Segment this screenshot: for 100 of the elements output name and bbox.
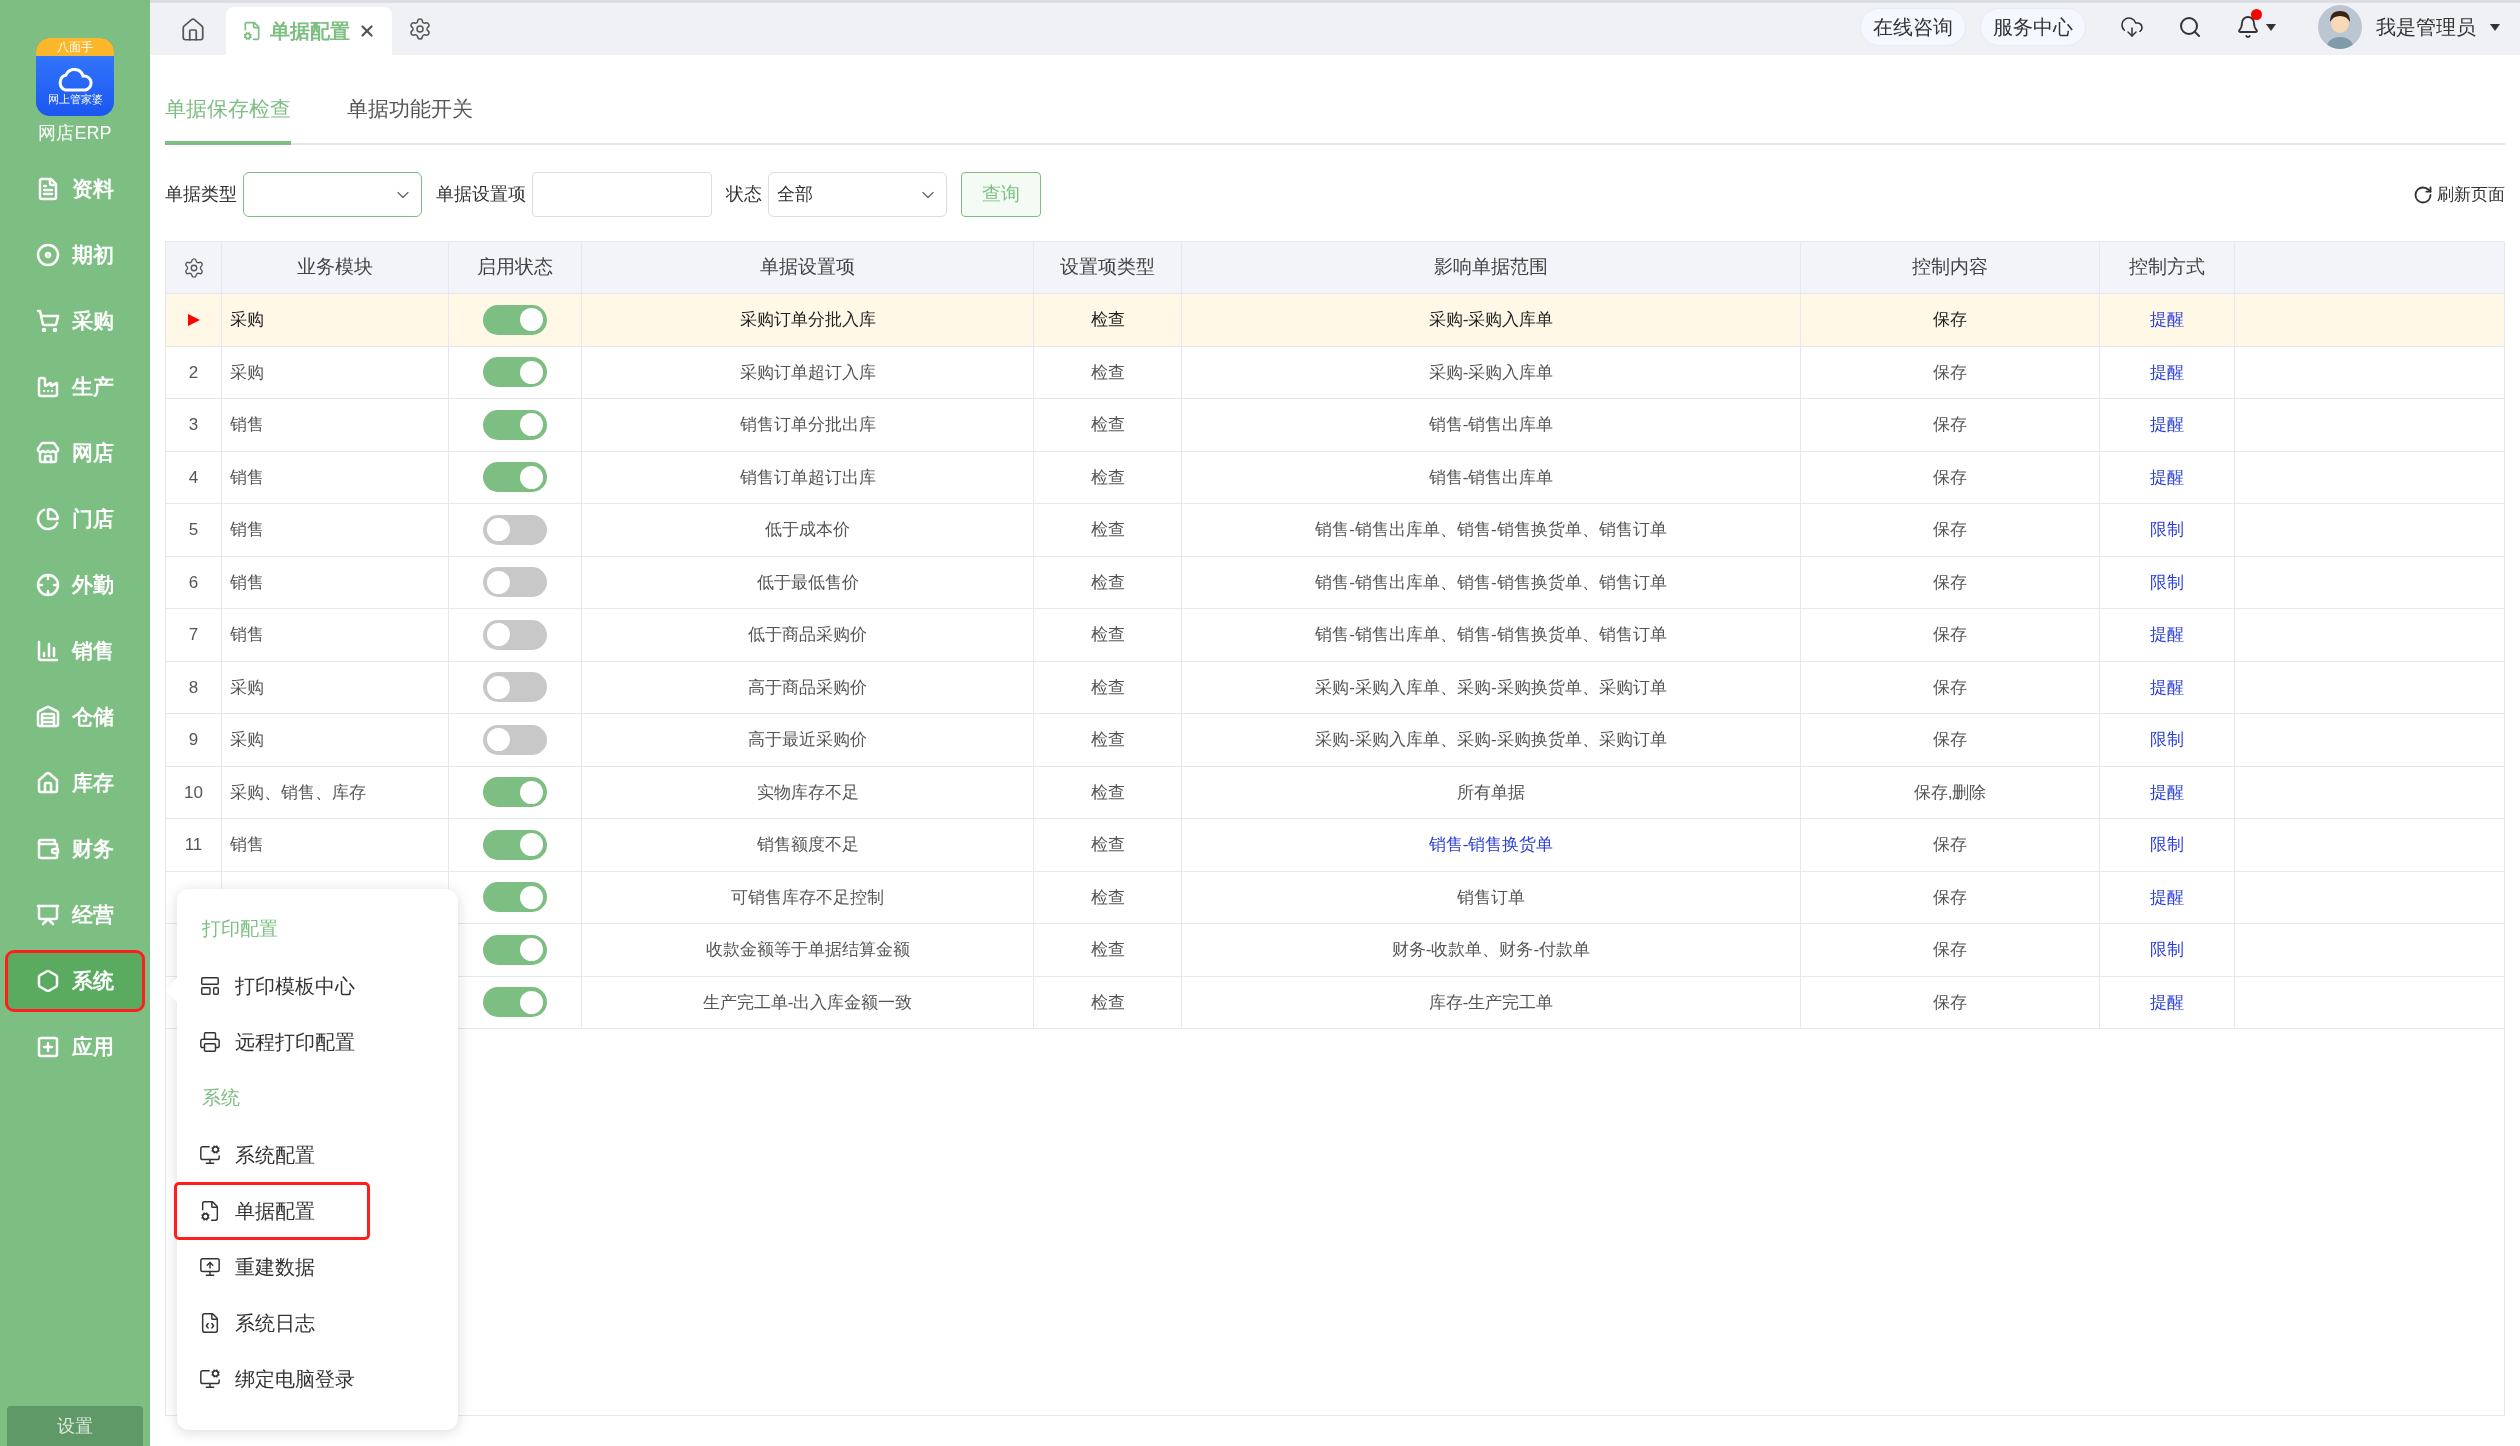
row-number: 3 [188, 414, 199, 436]
close-icon[interactable] [358, 22, 376, 40]
table-cell-text: 保存 [1933, 886, 1967, 909]
table-cell-text: 保存 [1933, 729, 1967, 751]
toggle-switch[interactable] [483, 829, 547, 860]
table-link[interactable]: 提醒 [2150, 359, 2184, 385]
table-link[interactable]: 提醒 [2150, 307, 2184, 333]
store-icon [36, 441, 60, 465]
table-cell-text: 检查 [1090, 834, 1125, 856]
row-number: 11 [184, 834, 203, 856]
table-cell-text: 检查 [1090, 939, 1125, 961]
document-gear-icon [242, 21, 262, 41]
table-cell-text: 保存 [1933, 571, 1967, 594]
user-name[interactable]: 我是管理员 [2376, 12, 2476, 42]
table-row[interactable]: 7 销售 低于商品采购价 检查 销售-销售出库单、销售-销售换货单、销售订单 保存 提醒 [166, 609, 2504, 662]
toggle-switch[interactable] [483, 567, 547, 598]
monitor-gear-icon [199, 1368, 221, 1390]
table-cell-text: 检查 [1090, 781, 1125, 804]
user-avatar[interactable] [2318, 5, 2362, 49]
menu-item[interactable]: 系统日志 [177, 1297, 367, 1349]
table-row[interactable]: 8 采购 高于商品采购价 检查 采购-采购入库单、采购-采购换货单、采购订单 保存 提醒 [166, 661, 2504, 714]
toggle-switch[interactable] [483, 724, 547, 755]
table-cell-text: 高于商品采购价 [748, 676, 867, 699]
toggle-switch[interactable] [483, 987, 547, 1018]
home-icon[interactable] [180, 17, 206, 43]
table-cell-text: 检查 [1090, 729, 1125, 751]
cart-icon [36, 309, 60, 333]
select-field[interactable] [243, 172, 422, 217]
table-link[interactable]: 提醒 [2150, 674, 2184, 700]
table-cell-text: 保存 [1933, 834, 1967, 856]
column-header: 启用状态 [477, 255, 553, 280]
toggle-switch[interactable] [483, 514, 547, 545]
caret-icon[interactable] [2266, 23, 2276, 31]
header-button[interactable]: 服务中心 [1980, 8, 2086, 46]
input-field[interactable] [532, 172, 712, 217]
column-settings-icon[interactable] [182, 256, 205, 279]
table-row[interactable]: 2 采购 采购订单超订入库 检查 采购-采购入库单 保存 提醒 [166, 346, 2504, 399]
table-link[interactable]: 提醒 [2150, 884, 2184, 910]
search-icon[interactable] [2178, 15, 2202, 39]
settings-icon[interactable] [408, 17, 432, 41]
table-cell-text: 低于商品采购价 [748, 624, 867, 646]
menu-item[interactable]: 绑定电脑登录 [177, 1353, 367, 1405]
house-icon [36, 771, 60, 795]
content-tab[interactable]: 单据功能开关 [347, 93, 473, 145]
table-row[interactable]: 4 销售 销售订单超订出库 检查 销售-销售出库单 保存 提醒 [166, 451, 2504, 504]
select-field[interactable]: 全部 [768, 172, 947, 217]
table-link[interactable]: 销售-销售换货单 [1428, 832, 1554, 858]
cloud-download-icon[interactable] [2120, 15, 2144, 39]
bell-icon[interactable] [2236, 15, 2260, 39]
menu-item[interactable]: 系统配置 [177, 1129, 367, 1181]
toggle-switch[interactable] [483, 777, 547, 808]
table-link[interactable]: 限制 [2150, 569, 2184, 595]
toggle-switch[interactable] [483, 304, 547, 335]
table-row[interactable]: 11 销售 销售额度不足 检查 销售-销售换货单 保存 限制 [166, 819, 2504, 872]
table-cell-text: 销售 [230, 519, 264, 541]
table-cell-text: 采购订单超订入库 [739, 361, 876, 384]
table-cell-text: 高于最近采购价 [748, 729, 867, 751]
table-cell-text: 检查 [1090, 886, 1125, 909]
table-cell-text: 采购 [230, 676, 264, 699]
toggle-switch[interactable] [483, 672, 547, 703]
table-link[interactable]: 提醒 [2150, 622, 2184, 648]
table-cell-text: 检查 [1090, 466, 1125, 489]
table-link[interactable]: 限制 [2150, 517, 2184, 543]
table-cell-text: 实物库存不足 [756, 781, 859, 804]
table-row[interactable]: 5 销售 低于成本价 检查 销售-销售出库单、销售-销售换货单、销售订单 保存 限制 [166, 504, 2504, 557]
toggle-switch[interactable] [483, 882, 547, 913]
table-link[interactable]: 提醒 [2150, 989, 2184, 1015]
table-link[interactable]: 限制 [2150, 832, 2184, 858]
table-row[interactable]: 3 销售 销售订单分批出库 检查 销售-销售出库单 保存 提醒 [166, 399, 2504, 452]
table-row[interactable]: 9 采购 高于最近采购价 检查 采购-采购入库单、采购-采购换货单、采购订单 保存 限制 [166, 714, 2504, 767]
menu-item[interactable]: 单据配置 [177, 1185, 367, 1237]
toggle-switch[interactable] [483, 409, 547, 440]
table-cell-text: 销售 [230, 414, 264, 436]
table-link[interactable]: 提醒 [2150, 464, 2184, 490]
table-row[interactable]: 10 采购、销售、库存 实物库存不足 检查 所有单据 保存,删除 提醒 [166, 766, 2504, 819]
table-link[interactable]: 限制 [2150, 937, 2184, 963]
logo-caption: 网上管家婆 [47, 93, 103, 105]
bar-chart-icon [36, 639, 60, 663]
column-header: 控制内容 [1912, 255, 1988, 280]
table-link[interactable]: 限制 [2150, 727, 2184, 753]
toggle-switch[interactable] [483, 462, 547, 493]
toggle-switch[interactable] [483, 357, 547, 388]
toggle-switch[interactable] [483, 934, 547, 965]
refresh-button[interactable]: 刷新页面 [2413, 181, 2505, 208]
filter-label: 单据类型 [165, 183, 237, 206]
header-button[interactable]: 在线咨询 [1860, 8, 1966, 46]
caret-icon[interactable] [2490, 23, 2500, 31]
filter-label: 状态 [726, 183, 762, 206]
table-row[interactable]: 采购 采购订单分批入库 检查 采购-采购入库单 保存 提醒 [166, 294, 2504, 347]
table-cell-text: 采购-采购入库单 [1428, 361, 1554, 384]
table-link[interactable]: 提醒 [2150, 779, 2184, 805]
table-cell-text: 库存-生产完工单 [1428, 991, 1554, 1014]
table-row[interactable]: 6 销售 低于最低售价 检查 销售-销售出库单、销售-销售换货单、销售订单 保存 限制 [166, 556, 2504, 609]
table-cell-text: 低于成本价 [765, 519, 850, 541]
table-cell-text: 销售-销售出库单、销售-销售换货单、销售订单 [1315, 519, 1667, 541]
row-number: 2 [188, 361, 199, 384]
menu-item[interactable]: 重建数据 [177, 1241, 367, 1293]
table-link[interactable]: 提醒 [2150, 412, 2184, 438]
toggle-switch[interactable] [483, 619, 547, 650]
table-cell-text: 保存 [1933, 309, 1967, 331]
